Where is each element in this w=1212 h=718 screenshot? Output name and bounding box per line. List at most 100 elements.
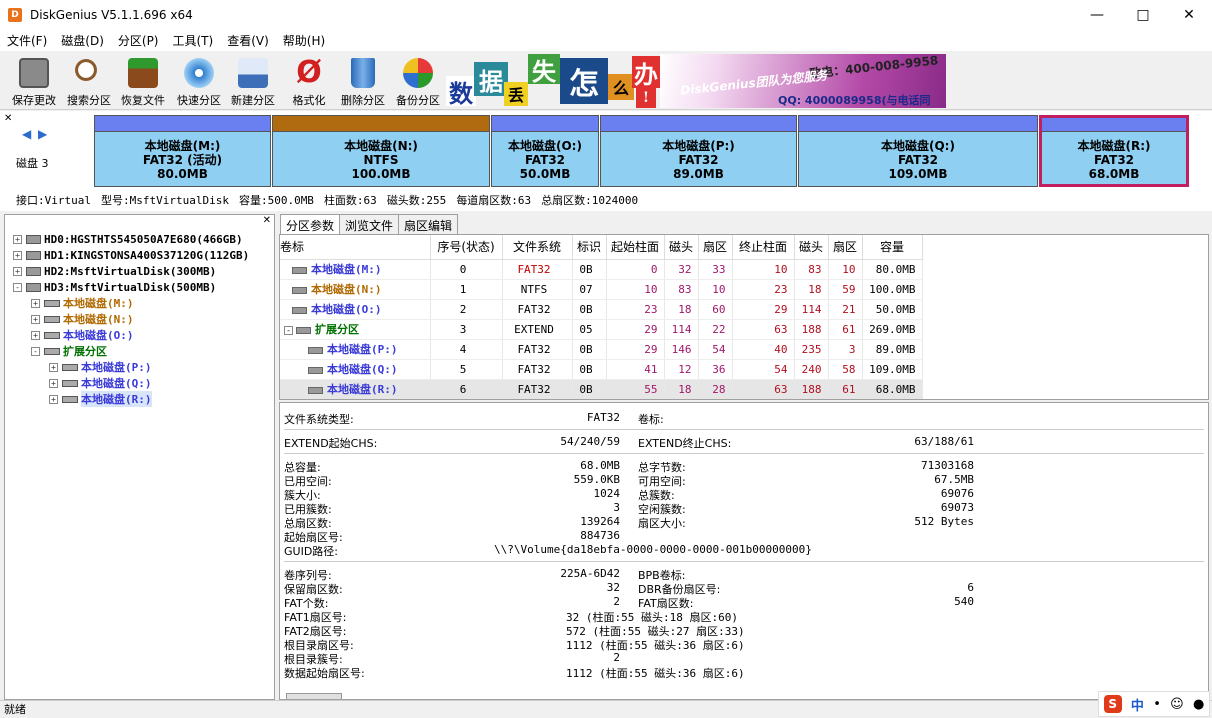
column-header[interactable]: 扇区 — [698, 235, 733, 260]
analyze-button[interactable] — [286, 693, 342, 699]
menu-partition[interactable]: 分区(P) — [111, 32, 166, 49]
expand-icon[interactable]: + — [49, 362, 58, 372]
prev-disk-icon[interactable]: ◀ — [22, 127, 31, 141]
table-cell: 50.0MB — [862, 299, 923, 320]
collapse-icon[interactable]: - — [13, 282, 22, 292]
minimize-button[interactable]: — — [1074, 0, 1120, 30]
table-row[interactable]: 本地磁盘(O:) 2 FAT32 0B 23 18 60 29 114 21 50.0MB — [280, 299, 923, 320]
ime-toolbar[interactable]: S 中 • ☺ ● — [1098, 691, 1210, 717]
tree-item[interactable]: + 本地磁盘(N:) — [31, 311, 134, 327]
menu-file[interactable]: 文件(F) — [0, 32, 54, 49]
tab-partition-params[interactable]: 分区参数 — [280, 214, 341, 234]
table-row[interactable]: 本地磁盘(R:) 6 FAT32 0B 55 18 28 63 188 61 68.0MB — [280, 379, 923, 399]
tree-item[interactable]: + 本地磁盘(O:) — [31, 327, 134, 343]
column-header[interactable]: 文件系统 — [502, 235, 573, 260]
close-button[interactable]: ✕ — [1166, 0, 1212, 30]
disk-icon — [62, 363, 78, 371]
table-row[interactable]: 本地磁盘(M:) 0 FAT32 0B 0 32 33 10 83 10 80.0MB — [280, 259, 923, 280]
tree-item[interactable]: + 本地磁盘(M:) — [31, 295, 134, 311]
column-header[interactable]: 序号(状态) — [430, 235, 503, 260]
detail-value: 1112 (柱面:55 磁头:36 扇区:6) — [566, 667, 745, 680]
detail-value: \\?\Volume{da18ebfa-0000-0000-0000-001b0… — [494, 543, 812, 556]
expand-icon[interactable]: + — [31, 330, 40, 340]
search-partition-button[interactable]: 搜索分区 — [63, 56, 115, 108]
backup-partition-button[interactable]: 备份分区 — [392, 56, 444, 108]
table-cell: 18 — [664, 299, 699, 320]
tree-item[interactable]: + 本地磁盘(Q:) — [49, 375, 152, 391]
table-cell: 18 — [664, 379, 699, 399]
tab-browse-files[interactable]: 浏览文件 — [339, 214, 400, 234]
column-header[interactable]: 容量 — [862, 235, 923, 260]
disk-tree-pane: ✕ + HD0:HGSTHTS545050A7E680(466GB) + HD1:KI… — [4, 214, 275, 700]
menu-help[interactable]: 帮助(H) — [276, 32, 332, 49]
expand-icon[interactable]: + — [13, 234, 22, 244]
table-cell: 21 — [828, 299, 863, 320]
expand-icon[interactable]: + — [31, 298, 40, 308]
close-pane-icon[interactable]: ✕ — [263, 215, 271, 226]
tree-item[interactable]: - 扩展分区 — [31, 343, 107, 359]
expand-icon[interactable]: + — [13, 250, 22, 260]
tree-item[interactable]: + 本地磁盘(R:) — [49, 391, 152, 407]
maximize-button[interactable]: □ — [1120, 0, 1166, 30]
column-header[interactable]: 终止柱面 — [732, 235, 795, 260]
partition-block-m[interactable]: 本地磁盘(M:) FAT32 (活动) 80.0MB — [94, 115, 271, 187]
partition-block-q[interactable]: 本地磁盘(Q:) FAT32 109.0MB — [798, 115, 1038, 187]
disk-total-sectors: 总扇区数:1024000 — [541, 194, 639, 207]
table-cell: 23 — [732, 279, 795, 300]
delete-partition-button[interactable]: 删除分区 — [337, 56, 389, 108]
partition-name: 扩展分区 — [315, 323, 359, 336]
partition-block-r[interactable]: 本地磁盘(R:) FAT32 68.0MB — [1039, 115, 1189, 187]
disk-cylinders: 柱面数:63 — [323, 194, 377, 207]
table-cell: 29 — [606, 339, 665, 360]
table-row[interactable]: 本地磁盘(Q:) 5 FAT32 0B 41 12 36 54 240 58 109.0MB — [280, 359, 923, 380]
column-header[interactable]: 起始柱面 — [606, 235, 665, 260]
expand-icon[interactable]: + — [49, 394, 58, 404]
tab-sector-edit[interactable]: 扇区编辑 — [398, 214, 459, 234]
promo-banner[interactable]: 数 据 丢 失 怎 么 办 ! 致电：400-008-9958 DiskGeni… — [446, 54, 946, 108]
column-header[interactable]: 磁头 — [794, 235, 829, 260]
menu-disk[interactable]: 磁盘(D) — [54, 32, 111, 49]
table-cell: 0 — [606, 259, 665, 280]
next-disk-icon[interactable]: ▶ — [38, 127, 47, 141]
ime-mode[interactable]: 中 — [1131, 695, 1144, 714]
divider — [284, 561, 1204, 562]
recover-files-button[interactable]: 恢复文件 — [117, 56, 169, 108]
expand-icon[interactable]: + — [49, 378, 58, 388]
tree-item[interactable]: + HD1:KINGSTONSA400S37120G(112GB) — [13, 247, 249, 263]
detail-value: 71303168 — [921, 459, 974, 472]
partition-block-p[interactable]: 本地磁盘(P:) FAT32 89.0MB — [600, 115, 797, 187]
tree-item[interactable]: + 本地磁盘(P:) — [49, 359, 152, 375]
column-header[interactable]: 扇区 — [828, 235, 863, 260]
partition-icon — [292, 306, 307, 314]
partition-block-o[interactable]: 本地磁盘(O:) FAT32 50.0MB — [491, 115, 599, 187]
mic-icon[interactable]: ● — [1193, 697, 1204, 712]
save-changes-button[interactable]: 保存更改 — [8, 56, 60, 108]
expand-icon[interactable]: + — [13, 266, 22, 276]
expand-icon[interactable]: + — [31, 314, 40, 324]
collapse-icon[interactable]: - — [284, 326, 293, 335]
collapse-icon[interactable]: ✕ — [4, 113, 12, 124]
quick-partition-button[interactable]: 快速分区 — [173, 56, 225, 108]
menu-tools[interactable]: 工具(T) — [166, 32, 221, 49]
table-cell: 60 — [698, 299, 733, 320]
new-partition-icon — [238, 58, 268, 88]
punct-icon[interactable]: • — [1153, 697, 1161, 712]
column-header[interactable]: 磁头 — [664, 235, 699, 260]
tree-item[interactable]: - HD3:MsftVirtualDisk(500MB) — [13, 279, 216, 295]
partition-block-n[interactable]: 本地磁盘(N:) NTFS 100.0MB — [272, 115, 490, 187]
table-row[interactable]: - 扩展分区 3 EXTEND 05 29 114 22 63 188 61 269.0MB — [280, 319, 923, 340]
table-cell: 10 — [606, 279, 665, 300]
collapse-icon[interactable]: - — [31, 346, 40, 356]
table-cell: 54 — [698, 339, 733, 360]
tree-item[interactable]: + HD0:HGSTHTS545050A7E680(466GB) — [13, 231, 243, 247]
column-header[interactable]: 标识 — [572, 235, 607, 260]
column-header[interactable]: 卷标 — [280, 235, 431, 260]
tree-item[interactable]: + HD2:MsftVirtualDisk(300MB) — [13, 263, 216, 279]
table-row[interactable]: 本地磁盘(P:) 4 FAT32 0B 29 146 54 40 235 3 89.0MB — [280, 339, 923, 360]
emoji-icon[interactable]: ☺ — [1170, 697, 1184, 712]
menu-view[interactable]: 查看(V) — [220, 32, 276, 49]
disk-icon — [44, 347, 60, 355]
table-row[interactable]: 本地磁盘(N:) 1 NTFS 07 10 83 10 23 18 59 100.0MB — [280, 279, 923, 300]
new-partition-button[interactable]: 新建分区 — [227, 56, 279, 108]
format-button[interactable]: Ø 格式化 — [283, 56, 335, 108]
